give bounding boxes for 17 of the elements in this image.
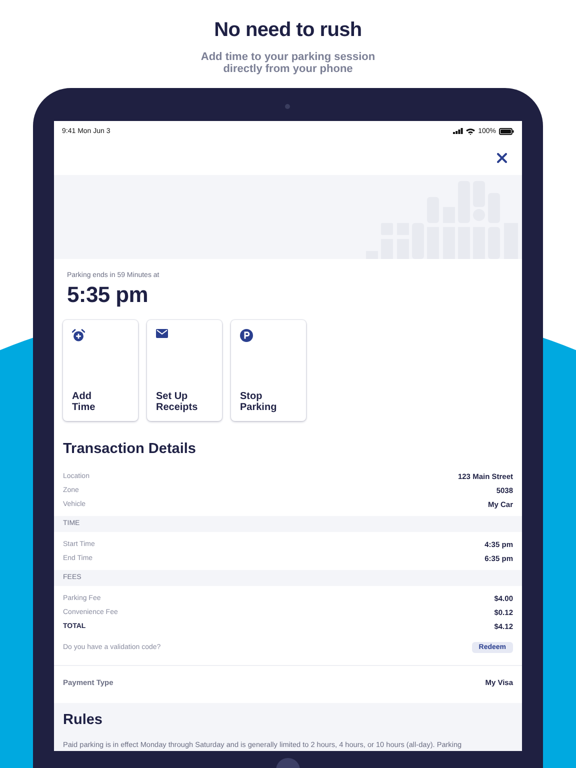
close-icon [497, 153, 507, 163]
parking-icon [240, 329, 253, 342]
action-card[interactable]: Stop Parking [231, 320, 306, 421]
envelope-icon [156, 329, 168, 338]
action-card[interactable]: Add Time [63, 320, 138, 421]
page-title: No need to rush [213, 19, 363, 42]
rules-title: Rules [63, 712, 104, 728]
close-button[interactable] [495, 151, 509, 165]
signal-icon [453, 128, 464, 134]
end-time: 5:35 pm [67, 282, 150, 308]
section-title: Transaction Details [63, 441, 197, 457]
page-subtitle: Add time to your parking session directly from your phone [200, 51, 376, 75]
camera-dot [285, 104, 290, 109]
action-card[interactable]: Set Up Receipts [147, 320, 222, 421]
alarm-clock-icon [72, 329, 85, 342]
wifi-icon [466, 128, 476, 134]
battery-icon [499, 128, 514, 134]
